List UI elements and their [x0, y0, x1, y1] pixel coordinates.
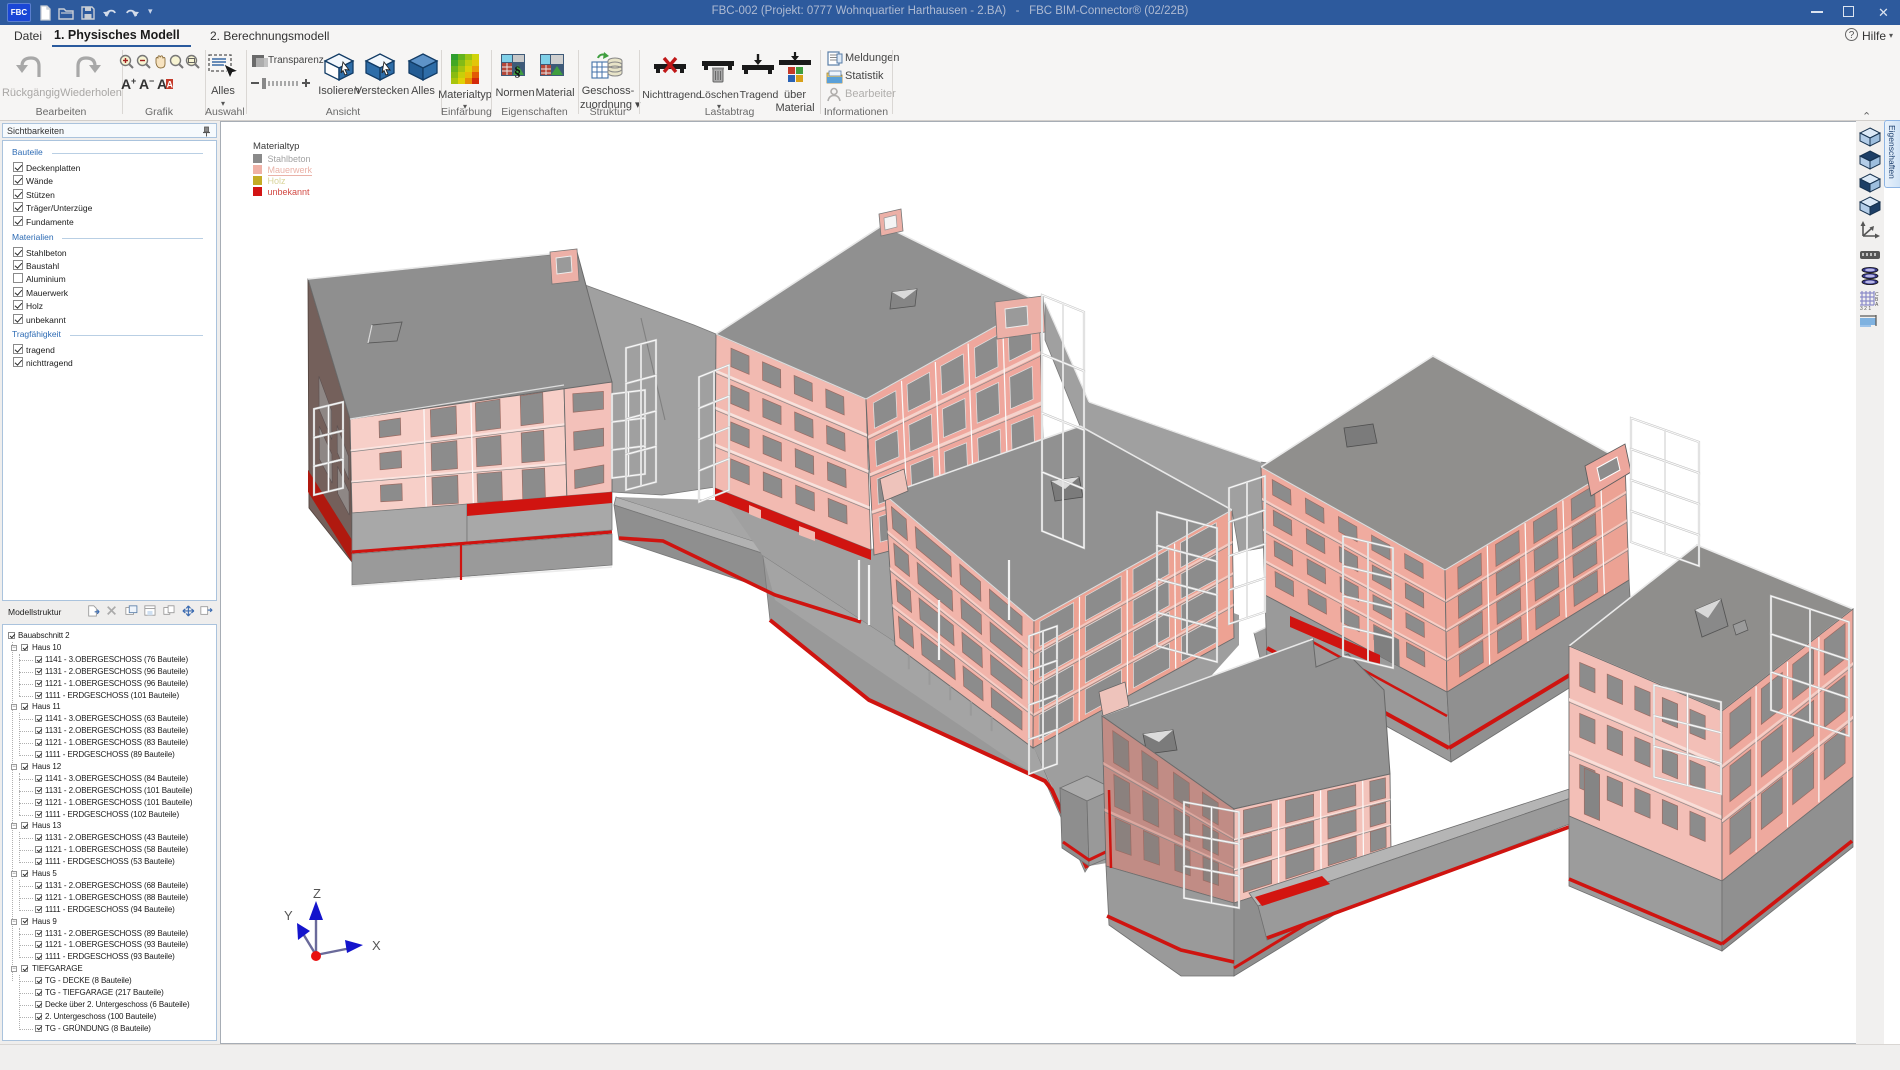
- svg-text:X: X: [372, 938, 381, 953]
- svg-text:A: A: [121, 76, 131, 92]
- svg-text:Y: Y: [284, 908, 293, 923]
- svg-text:§: §: [514, 65, 521, 80]
- svg-text:+: +: [131, 76, 136, 86]
- svg-text:3 2 1: 3 2 1: [1860, 306, 1871, 311]
- svg-text:A: A: [139, 76, 149, 92]
- svg-text:−: −: [149, 76, 154, 86]
- svg-text:A: A: [1875, 302, 1879, 308]
- svg-text:A: A: [167, 80, 174, 90]
- svg-text:Z: Z: [313, 886, 321, 901]
